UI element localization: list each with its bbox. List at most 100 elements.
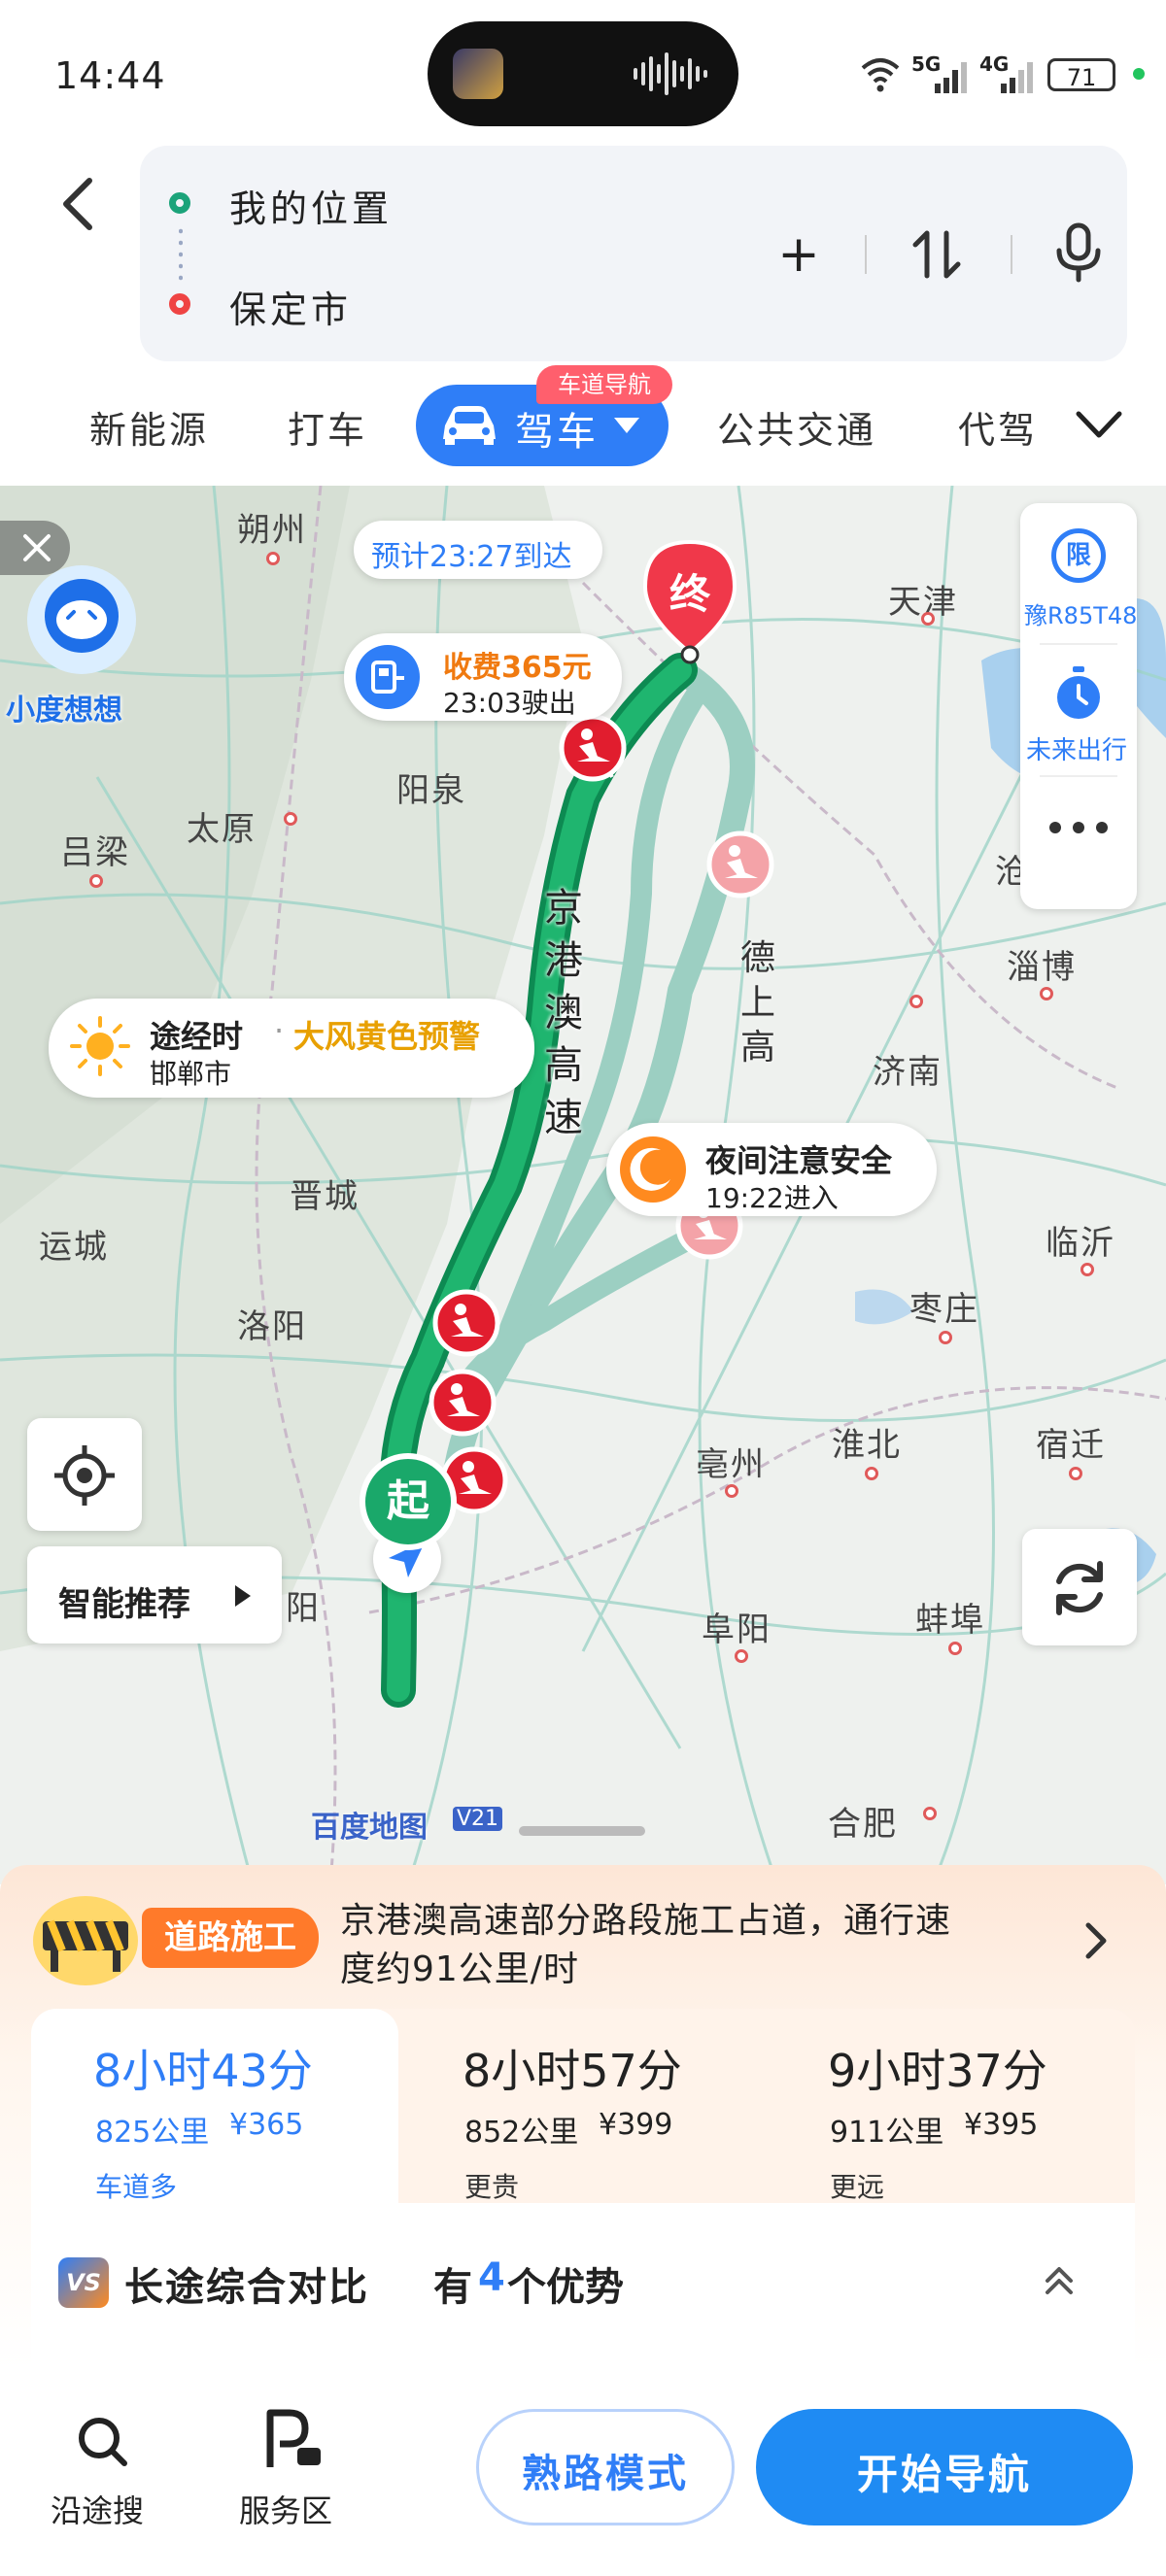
city-label[interactable]: 晋城 <box>290 1169 360 1217</box>
route-1-cost: ¥365 <box>229 2108 304 2142</box>
city-dot <box>909 995 923 1008</box>
city-dot <box>89 874 103 888</box>
notice-text-2[interactable]: 度约91公里/时 <box>340 1941 579 1991</box>
stopwatch-icon[interactable] <box>1051 664 1106 723</box>
map-brand: 百度地图 <box>311 1811 428 1845</box>
dropdown-icon[interactable] <box>612 416 641 435</box>
battery-indicator: 71 <box>1047 58 1115 91</box>
microphone-icon[interactable] <box>1051 221 1106 284</box>
moon-icon <box>620 1136 686 1203</box>
city-dot <box>939 1331 952 1344</box>
service-area-icon[interactable] <box>262 2409 326 2471</box>
construction-marker-icon[interactable] <box>431 1288 501 1358</box>
plate-text[interactable]: 豫R85T48 <box>1024 596 1137 630</box>
route-3-tag: 更远 <box>830 2171 885 2203</box>
city-label[interactable]: 太原 <box>187 802 257 850</box>
back-icon[interactable] <box>56 175 99 233</box>
more-icon[interactable] <box>1047 820 1110 835</box>
tab-designated-driver[interactable]: 代驾 <box>958 400 1038 454</box>
service-area-label[interactable]: 服务区 <box>239 2487 332 2531</box>
assistant-label[interactable]: 小度想想 <box>6 686 122 729</box>
compare-prefix: 有 <box>433 2265 472 2310</box>
city-label[interactable]: 阜阳 <box>702 1603 772 1650</box>
tab-public-transit[interactable]: 公共交通 <box>717 400 876 454</box>
city-dot <box>921 612 935 626</box>
notice-text-1[interactable]: 京港澳高速部分路段施工占道，通行速 <box>340 1892 951 1943</box>
city-label[interactable]: 济南 <box>873 1045 943 1093</box>
route-2-cost: ¥399 <box>599 2108 673 2142</box>
destination-field[interactable]: 保定市 <box>229 280 352 333</box>
secondary-road-label: 德上高 <box>740 938 776 1068</box>
construction-marker-icon[interactable] <box>428 1368 497 1438</box>
audio-wave-icon <box>634 52 707 95</box>
header-divider <box>865 235 867 274</box>
chevron-down-icon[interactable] <box>1075 408 1123 441</box>
city-label[interactable]: 合肥 <box>828 1797 898 1845</box>
night-time: 19:22进入 <box>705 1182 839 1214</box>
route-2-time: 8小时57分 <box>463 2045 682 2097</box>
road-barrier-icon <box>33 1896 138 1985</box>
tab-taxi[interactable]: 打车 <box>288 400 367 454</box>
city-label[interactable]: 淮北 <box>832 1418 902 1466</box>
search-along-label[interactable]: 沿途搜 <box>51 2487 144 2531</box>
refresh-icon[interactable] <box>1047 1556 1112 1620</box>
city-dot <box>725 1484 738 1498</box>
origin-field[interactable]: 我的位置 <box>229 179 393 232</box>
route-1-time: 8小时43分 <box>93 2045 313 2097</box>
status-bar: 14:44 5G 4G 71 <box>0 0 1166 136</box>
toll-booth-icon <box>371 661 404 694</box>
highway-label: 京港澳高速 <box>544 886 583 1140</box>
origin-dot-icon <box>169 192 190 214</box>
route-3-cost: ¥395 <box>964 2108 1039 2142</box>
eta-label: 预计23:27到达 <box>371 540 572 574</box>
assistant-avatar-icon[interactable] <box>14 559 150 686</box>
future-travel-label[interactable]: 未来出行 <box>1026 730 1127 766</box>
city-label[interactable]: 蚌埠 <box>915 1593 985 1641</box>
tab-drive-label: 驾车 <box>515 410 599 455</box>
route-1-tag: 车道多 <box>95 2171 178 2203</box>
tab-new-energy[interactable]: 新能源 <box>89 400 209 454</box>
add-waypoint-icon[interactable]: + <box>768 223 830 286</box>
collapse-up-icon[interactable] <box>1042 2263 1077 2298</box>
crosshair-icon[interactable] <box>52 1443 117 1508</box>
city-label[interactable]: 淄博 <box>1007 940 1077 988</box>
route-3-time: 9小时37分 <box>828 2045 1047 2097</box>
lane-nav-badge[interactable]: 车道导航 <box>536 365 672 404</box>
chevron-right-icon[interactable] <box>1082 1919 1110 1962</box>
compare-title: 长途综合对比 <box>124 2265 369 2310</box>
route-3-distance: 911公里 <box>830 2116 944 2150</box>
search-icon[interactable] <box>76 2415 128 2467</box>
city-label[interactable]: 洛阳 <box>237 1300 307 1347</box>
toll-label: 收费365元 <box>443 651 592 685</box>
sheet-handle[interactable] <box>519 1826 645 1836</box>
sun-icon <box>70 1016 130 1076</box>
map-brand-version: V21 <box>453 1807 503 1831</box>
city-label[interactable]: 运城 <box>39 1220 109 1268</box>
city-dot <box>266 552 280 565</box>
city-label[interactable]: 枣庄 <box>909 1282 979 1330</box>
route-1-distance: 825公里 <box>95 2116 210 2150</box>
city-label[interactable]: 临沂 <box>1046 1216 1115 1264</box>
city-label[interactable]: 吕梁 <box>60 826 130 873</box>
signal-bars-icon <box>935 62 967 93</box>
city-label[interactable]: 宿迁 <box>1036 1418 1106 1466</box>
city-dot <box>735 1649 748 1663</box>
swap-icon[interactable] <box>908 225 966 284</box>
city-dot <box>1040 987 1053 1000</box>
city-label[interactable]: 阳泉 <box>396 763 466 811</box>
weather-alert: 大风黄色预警 <box>293 1018 481 1055</box>
construction-marker-alt-icon[interactable] <box>705 830 775 899</box>
route-map[interactable]: 朔州 天津 阳泉 太原 吕梁 沧州 淄博 济南 晋城 运城 洛阳 临沂 枣庄 亳… <box>0 486 1166 1884</box>
night-title: 夜间注意安全 <box>705 1142 893 1179</box>
restriction-icon[interactable]: 限 <box>1051 528 1106 583</box>
game-app-icon[interactable] <box>453 49 503 99</box>
route-2-distance: 852公里 <box>464 2116 579 2150</box>
status-time: 14:44 <box>54 54 166 97</box>
car-icon <box>443 406 496 445</box>
vs-icon: VS <box>58 2257 109 2308</box>
compare-count: 4 <box>478 2255 505 2300</box>
construction-marker-icon[interactable] <box>558 713 628 783</box>
city-label[interactable]: 亳州 <box>696 1438 766 1485</box>
city-label[interactable]: 朔州 <box>237 503 307 551</box>
end-marker-label: 终 <box>669 570 710 618</box>
